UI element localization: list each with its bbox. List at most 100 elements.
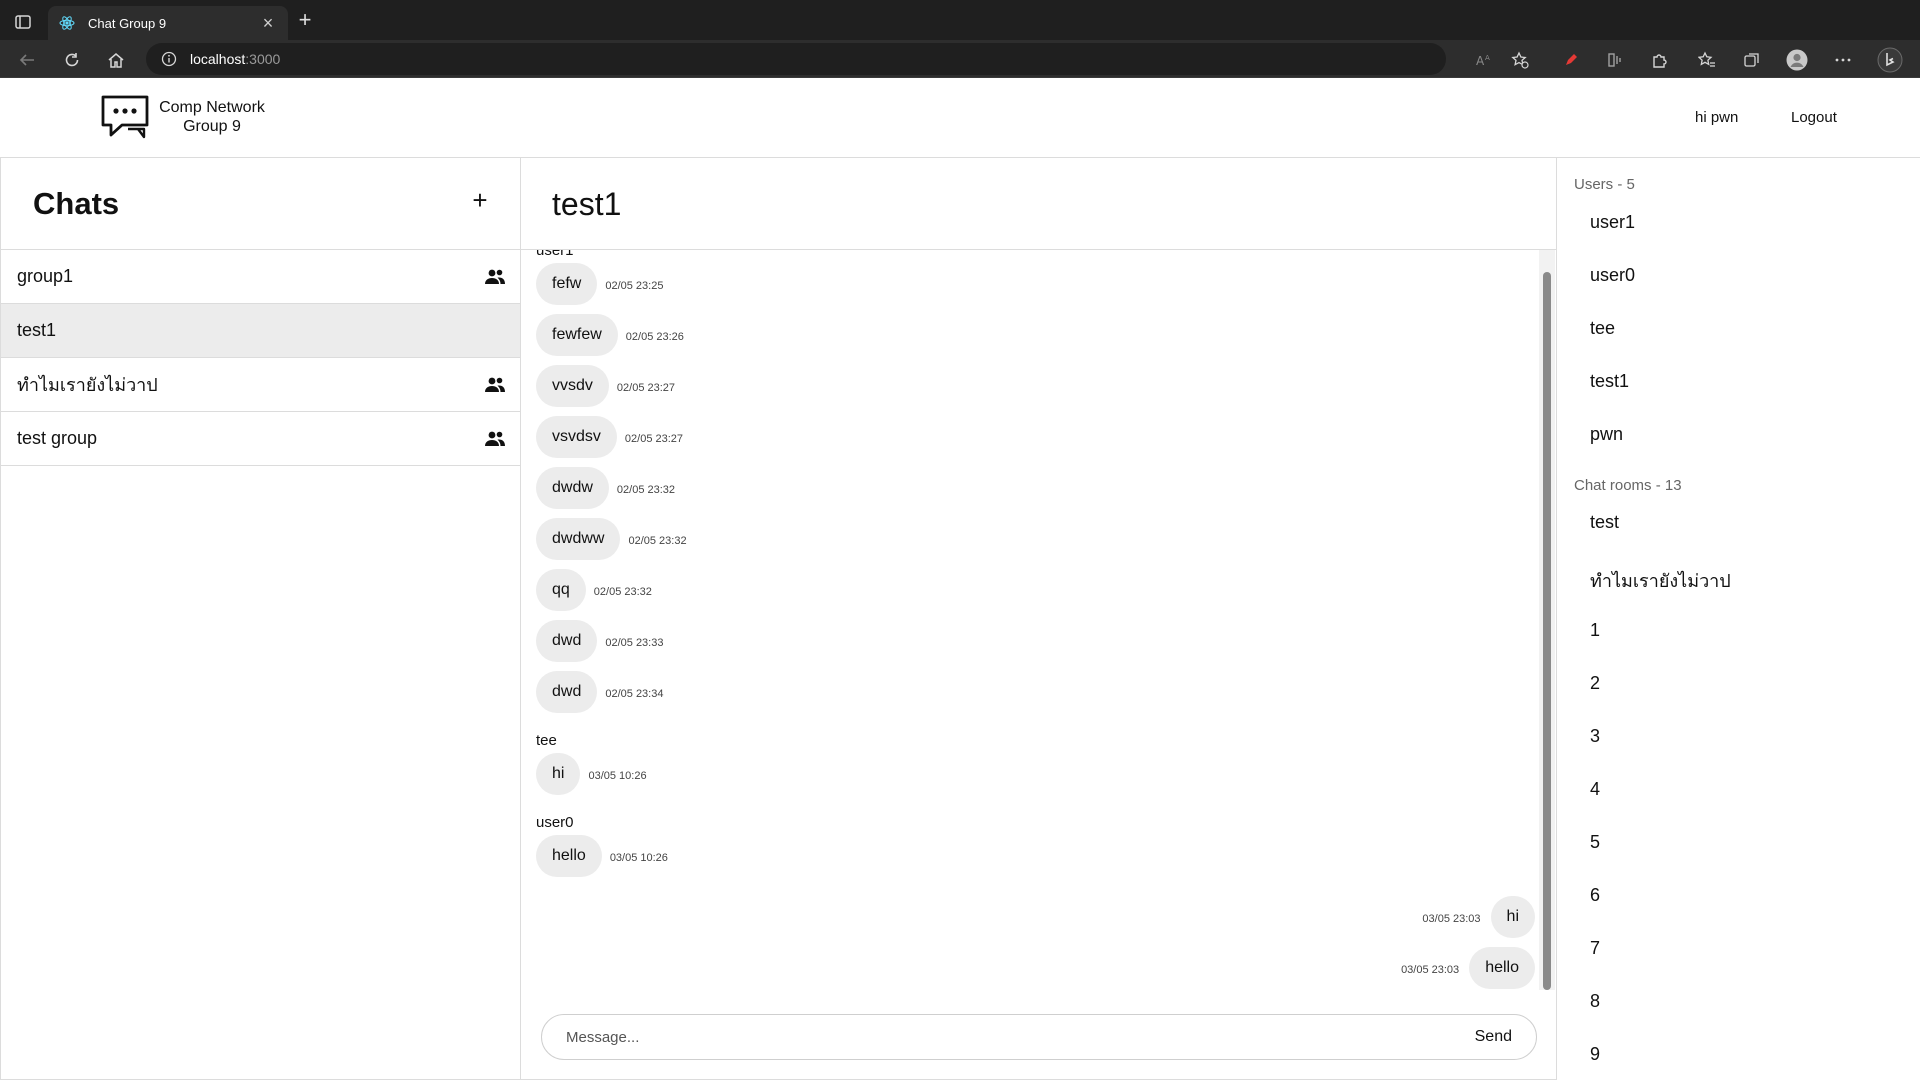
message-row: vsvdsv 02/05 23:27	[536, 416, 683, 458]
tab-actions-icon[interactable]	[12, 12, 34, 32]
message-bubble: dwdww	[536, 518, 621, 560]
app-header: Comp Network Group 9 hi pwn Logout	[0, 78, 1920, 157]
browser-tab-strip: Chat Group 9 × +	[0, 0, 1920, 40]
brand-line2: Group 9	[183, 118, 241, 135]
group-icon	[484, 430, 506, 448]
room-list-item[interactable]: 4	[1590, 779, 1600, 800]
extension-icon[interactable]	[1601, 46, 1629, 74]
group-icon	[484, 376, 506, 394]
message-bubble: fewfew	[536, 314, 618, 356]
back-icon[interactable]	[13, 46, 41, 74]
brand-line1: Comp Network	[159, 99, 265, 116]
message-sender: user1	[536, 250, 574, 259]
close-tab-icon[interactable]: ×	[258, 14, 278, 32]
favorites-icon[interactable]	[1693, 46, 1721, 74]
room-list-item[interactable]: 5	[1590, 832, 1600, 853]
message-sender: tee	[536, 732, 557, 749]
message-bubble: hello	[536, 835, 602, 877]
collections-icon[interactable]	[1738, 46, 1766, 74]
user-list-item[interactable]: pwn	[1590, 424, 1623, 445]
message-bubble: dwd	[536, 620, 598, 662]
extensions-puzzle-icon[interactable]	[1645, 46, 1673, 74]
room-list-item[interactable]: test	[1590, 512, 1619, 533]
room-list-item[interactable]: 3	[1590, 726, 1600, 747]
user-greeting: hi pwn	[1695, 109, 1739, 126]
users-heading: Users - 5	[1574, 176, 1635, 193]
directory-panel: Users - 5 user1 user0 tee test1 pwn Chat rooms…	[1557, 157, 1920, 1080]
chat-item[interactable]: test1	[1, 304, 520, 358]
room-list-item[interactable]: ทำไมเรายังไม่วาป	[1590, 566, 1731, 595]
room-list-item[interactable]: 2	[1590, 673, 1600, 694]
add-chat-button[interactable]: +	[468, 187, 492, 213]
chat-item-label: ทำไมเรายังไม่วาป	[17, 375, 158, 395]
url-bar[interactable]: localhost:3000	[146, 43, 1446, 75]
message-timestamp: 03/05 10:26	[609, 852, 668, 864]
message-timestamp: 02/05 23:32	[616, 484, 676, 496]
chat-item[interactable]: test group	[1, 412, 520, 466]
more-options-icon[interactable]	[1829, 46, 1857, 74]
room-list-item[interactable]: 6	[1590, 885, 1600, 906]
react-favicon-icon	[58, 14, 76, 32]
message-list: user1 fefw 02/05 23:25 fewfew 02/05 23:26 vvs…	[521, 250, 1538, 990]
reload-icon[interactable]	[58, 46, 86, 74]
message-row: hi 03/05 10:26	[536, 753, 647, 795]
message-input[interactable]	[542, 1016, 1451, 1058]
message-bubble: vvsdv	[536, 365, 609, 407]
rooms-heading: Chat rooms - 13	[1574, 477, 1682, 494]
chat-item[interactable]: group1	[1, 250, 520, 304]
url-port: :3000	[245, 51, 281, 67]
message-row: fefw 02/05 23:25	[536, 263, 663, 305]
add-favorite-icon[interactable]	[1506, 46, 1534, 74]
site-info-icon[interactable]	[160, 50, 178, 68]
user-list-item[interactable]: tee	[1590, 318, 1615, 339]
bing-copilot-icon[interactable]	[1876, 46, 1904, 74]
send-button[interactable]: Send	[1451, 1016, 1536, 1058]
message-row: dwd 02/05 23:34	[536, 671, 663, 713]
chat-item-label: test1	[17, 320, 57, 340]
message-bubble: dwdw	[536, 467, 609, 509]
message-timestamp: 02/05 23:33	[605, 637, 664, 649]
message-timestamp: 02/05 23:32	[628, 535, 687, 547]
tab-title: Chat Group 9	[88, 15, 167, 31]
home-icon[interactable]	[102, 46, 130, 74]
room-list-item[interactable]: 9	[1590, 1044, 1600, 1065]
group-icon	[484, 268, 506, 286]
room-list-item[interactable]: 7	[1590, 938, 1600, 959]
message-row: dwdw 02/05 23:32	[536, 467, 675, 509]
message-bubble: dwd	[536, 671, 598, 713]
profile-avatar-icon[interactable]	[1783, 46, 1811, 74]
user-list-item[interactable]: test1	[1590, 371, 1629, 392]
chat-item[interactable]: ทำไมเรายังไม่วาป	[1, 358, 520, 412]
brand-name: Comp Network Group 9	[158, 98, 266, 136]
user-list-item[interactable]: user1	[1590, 212, 1635, 233]
message-bubble: hi	[536, 753, 581, 795]
message-bubble: hi	[1490, 896, 1535, 938]
message-row: hello 03/05 10:26	[536, 835, 668, 877]
svg-text:A: A	[1476, 54, 1485, 68]
message-row: fewfew 02/05 23:26	[536, 314, 684, 356]
read-aloud-icon[interactable]: AA	[1470, 46, 1498, 74]
message-bubble: qq	[536, 569, 586, 611]
message-bubble: fefw	[536, 263, 598, 305]
message-row: dwd 02/05 23:33	[536, 620, 663, 662]
message-timestamp: 02/05 23:32	[593, 586, 652, 598]
room-list-item[interactable]: 1	[1590, 620, 1600, 641]
message-composer: Send	[541, 1014, 1537, 1060]
chats-panel: Chats + group1 test1 ทำไมเรายังไม่วาป test …	[0, 157, 520, 1080]
new-tab-icon[interactable]: +	[292, 8, 318, 34]
logout-button[interactable]: Logout	[1791, 109, 1837, 126]
conversation-panel: test1 user1 fefw 02/05 23:25 fewfew 02/05 23…	[520, 157, 1557, 1080]
message-timestamp: 03/05 23:03	[1422, 913, 1481, 925]
message-scrollbar[interactable]	[1539, 250, 1555, 990]
user-list-item[interactable]: user0	[1590, 265, 1635, 286]
browser-tab[interactable]: Chat Group 9 ×	[48, 6, 288, 40]
message-timestamp: 03/05 10:26	[588, 770, 647, 782]
room-list-item[interactable]: 8	[1590, 991, 1600, 1012]
message-timestamp: 02/05 23:27	[616, 382, 676, 394]
message-sender: user0	[536, 814, 574, 831]
conversation-title: test1	[552, 186, 622, 222]
message-row: vvsdv 02/05 23:27	[536, 365, 675, 407]
message-bubble: vsvdsv	[536, 416, 617, 458]
scrollbar-thumb[interactable]	[1543, 272, 1551, 990]
extension-pen-icon[interactable]	[1557, 46, 1585, 74]
